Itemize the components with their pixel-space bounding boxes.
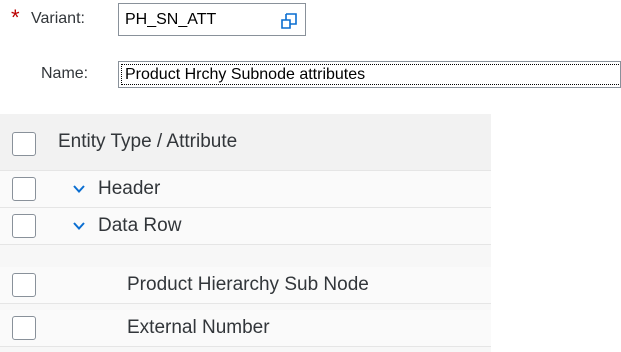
chevron-down-icon[interactable] — [72, 219, 86, 233]
value-help-icon[interactable] — [279, 11, 299, 31]
row-label: Product Hierarchy Sub Node — [127, 274, 369, 295]
row-checkbox[interactable] — [12, 316, 36, 340]
table-header: Entity Type / Attribute — [0, 114, 491, 171]
attribute-table: Entity Type / Attribute Header Data Row … — [0, 114, 491, 352]
row-label: External Number — [127, 317, 270, 338]
table-row-external-number[interactable]: External Number — [0, 310, 491, 347]
row-checkbox[interactable] — [12, 214, 36, 238]
row-label: Header — [98, 178, 161, 199]
variant-input[interactable]: PH_SN_ATT — [118, 3, 306, 36]
table-row-data-row[interactable]: Data Row — [0, 208, 491, 245]
variant-value: PH_SN_ATT — [125, 11, 217, 28]
name-field[interactable]: Product Hrchy Subnode attributes — [118, 61, 621, 88]
chevron-down-icon[interactable] — [72, 182, 86, 196]
name-value: Product Hrchy Subnode attributes — [121, 64, 620, 85]
row-checkbox[interactable] — [12, 273, 36, 297]
select-all-checkbox[interactable] — [12, 132, 36, 156]
table-row-header[interactable]: Header — [0, 171, 491, 208]
name-label: Name: — [41, 65, 89, 82]
row-checkbox[interactable] — [12, 177, 36, 201]
row-label: Data Row — [98, 215, 182, 236]
required-indicator: * — [11, 5, 20, 30]
variant-label: Variant: — [31, 10, 85, 27]
column-header-entity-type: Entity Type / Attribute — [58, 131, 238, 152]
table-row-product-hierarchy-sub-node[interactable]: Product Hierarchy Sub Node — [0, 267, 491, 304]
